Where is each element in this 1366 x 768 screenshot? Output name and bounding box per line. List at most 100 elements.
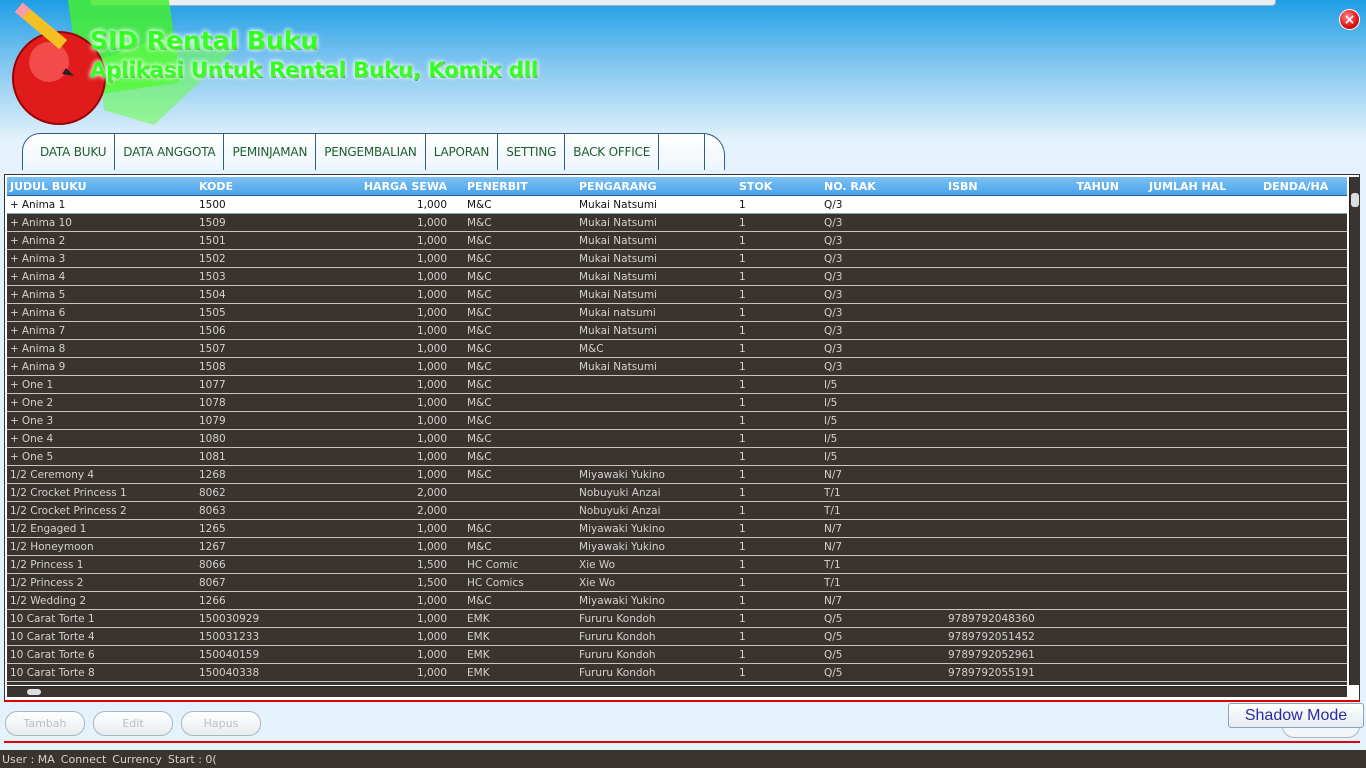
table-row[interactable]: 1/2 Ceremony 4 1268 1,000 M&C Miyawaki Yukin… [7, 466, 1347, 484]
vertical-scrollbar[interactable] [1349, 177, 1359, 685]
cell-stok: 1 [737, 253, 822, 265]
cell-stok: 1 [737, 433, 822, 445]
cell-pengarang-text: Mukai Natsumi [579, 360, 657, 373]
table-row[interactable]: + Anima 10 1509 1,000 M&C Mukai Natsumi 1 Q/3 [7, 214, 1347, 232]
edit-button[interactable]: Edit [93, 711, 173, 736]
expand-plus-icon[interactable]: + [10, 433, 19, 445]
cell-judul-text: One 3 [21, 414, 54, 427]
cell-rak: I/5 [822, 379, 946, 391]
cell-rak-text: Q/3 [824, 216, 843, 229]
table-row[interactable]: + One 1 1077 1,000 M&C 1 I/5 [7, 376, 1347, 394]
scroll-thumb[interactable] [27, 689, 41, 695]
expand-plus-icon[interactable]: + [10, 271, 19, 283]
cell-harga: 1,000 [307, 289, 447, 301]
cell-stok: 1 [737, 289, 822, 301]
menu-data-anggota[interactable]: DATA ANGGOTA [115, 134, 225, 170]
cell-penerbit-text: M&C [467, 324, 492, 337]
table-row[interactable]: + Anima 6 1505 1,000 M&C Mukai natsumi 1 Q/3 [7, 304, 1347, 322]
expand-plus-icon[interactable]: + [10, 199, 19, 211]
table-row[interactable]: 1/2 Crocket Princess 1 8062 2,000 Nobuyuki … [7, 484, 1347, 502]
col-pengarang[interactable]: PENGARANG [577, 180, 737, 193]
table-row[interactable]: + One 3 1079 1,000 M&C 1 I/5 [7, 412, 1347, 430]
expand-plus-icon[interactable]: + [10, 289, 19, 301]
cell-rak-text: Q/3 [824, 198, 843, 211]
col-judul-buku[interactable]: JUDUL BUKU [7, 180, 197, 193]
menu-peminjaman[interactable]: PEMINJAMAN [224, 134, 317, 170]
expand-plus-icon[interactable]: + [10, 253, 19, 265]
cell-kode-text: 8062 [199, 486, 226, 499]
col-isbn[interactable]: ISBN [946, 180, 1051, 193]
cell-kode-text: 1081 [199, 450, 226, 463]
cell-judul-text: One 5 [21, 450, 54, 463]
menu-laporan[interactable]: LAPORAN [426, 134, 499, 170]
table-row[interactable]: + Anima 8 1507 1,000 M&C M&C 1 Q/3 [7, 340, 1347, 358]
cell-stok-text: 1 [739, 522, 746, 535]
table-row[interactable]: + One 5 1081 1,000 M&C 1 I/5 [7, 448, 1347, 466]
menu-pengembalian[interactable]: PENGEMBALIAN [316, 134, 426, 170]
col-stok[interactable]: STOK [737, 180, 822, 193]
table-row[interactable]: + Anima 5 1504 1,000 M&C Mukai Natsumi 1 Q/3 [7, 286, 1347, 304]
menu-data-buku[interactable]: DATA BUKU [32, 134, 116, 170]
table-row[interactable]: + Anima 7 1506 1,000 M&C Mukai Natsumi 1 Q/3 [7, 322, 1347, 340]
col-penerbit[interactable]: PENERBIT [447, 180, 577, 193]
cell-kode: 8062 [197, 487, 307, 499]
table-row[interactable]: 1/2 Princess 1 8066 1,500 HC Comic Xie Wo 1 T/… [7, 556, 1347, 574]
col-no-rak[interactable]: NO. RAK [822, 180, 946, 193]
cell-pengarang: Fururu Kondoh [577, 613, 737, 625]
cell-judul-text: Anima 6 [21, 306, 66, 319]
menu-setting[interactable]: SETTING [498, 134, 566, 170]
cell-penerbit: M&C [447, 541, 577, 553]
menu-back-office[interactable]: BACK OFFICE [565, 134, 660, 170]
col-kode[interactable]: KODE [197, 180, 307, 193]
table-row[interactable]: 1/2 Engaged 1 1265 1,000 M&C Miyawaki Yukino… [7, 520, 1347, 538]
cell-penerbit: M&C [447, 523, 577, 535]
table-row[interactable]: + Anima 9 1508 1,000 M&C Mukai Natsumi 1 Q/3 [7, 358, 1347, 376]
table-row[interactable]: 1/2 Honeymoon 1267 1,000 M&C Miyawaki Yukino… [7, 538, 1347, 556]
cell-harga-text: 1,000 [416, 234, 447, 247]
close-button[interactable]: × [1339, 9, 1360, 30]
expand-plus-icon[interactable]: + [10, 235, 19, 247]
cell-stok: 1 [737, 271, 822, 283]
col-jumlah-hal[interactable]: JUMLAH HAL [1121, 180, 1261, 193]
cell-penerbit: M&C [447, 433, 577, 445]
expand-plus-icon[interactable]: + [10, 325, 19, 337]
expand-plus-icon[interactable]: + [10, 343, 19, 355]
shadow-mode-button[interactable]: Shadow Mode [1228, 703, 1364, 728]
cell-judul: 10 Carat Torte 8 [7, 667, 197, 679]
table-row[interactable]: 10 Carat Torte 4 150031233 1,000 EMK Fururu … [7, 628, 1347, 646]
hapus-button[interactable]: Hapus [181, 711, 261, 736]
horizontal-scrollbar[interactable] [7, 686, 1347, 697]
expand-plus-icon[interactable]: + [10, 307, 19, 319]
cell-rak-text: I/5 [824, 378, 838, 391]
table-row[interactable]: + Anima 3 1502 1,000 M&C Mukai Natsumi 1 Q/3 [7, 250, 1347, 268]
cell-judul-text: 1/2 Crocket Princess 2 [10, 504, 127, 517]
expand-plus-icon[interactable]: + [10, 361, 19, 373]
table-row[interactable]: + One 2 1078 1,000 M&C 1 I/5 [7, 394, 1347, 412]
expand-plus-icon[interactable]: + [10, 397, 19, 409]
expand-plus-icon[interactable]: + [10, 415, 19, 427]
col-denda[interactable]: DENDA/HA [1261, 180, 1331, 193]
table-row[interactable]: 1/2 Princess 2 8067 1,500 HC Comics Xie Wo 1 T… [7, 574, 1347, 592]
table-row[interactable]: + Anima 2 1501 1,000 M&C Mukai Natsumi 1 Q/3 [7, 232, 1347, 250]
col-tahun[interactable]: TAHUN [1051, 180, 1121, 193]
cell-judul: + One 3 [7, 415, 197, 427]
table-row[interactable]: 1/2 Wedding 2 1266 1,000 M&C Miyawaki Yukino… [7, 592, 1347, 610]
cell-kode-text: 1078 [199, 396, 226, 409]
table-row[interactable]: 10 Carat Torte 6 150040159 1,000 EMK Fururu … [7, 646, 1347, 664]
cell-rak-text: Q/5 [824, 630, 843, 643]
expand-plus-icon[interactable]: + [10, 451, 19, 463]
table-row[interactable]: 1/2 Crocket Princess 2 8063 2,000 Nobuyuki … [7, 502, 1347, 520]
table-row[interactable]: 10 Carat Torte 1 150030929 1,000 EMK Fururu … [7, 610, 1347, 628]
table-row[interactable]: + Anima 4 1503 1,000 M&C Mukai Natsumi 1 Q/3 [7, 268, 1347, 286]
table-row[interactable]: + One 4 1080 1,000 M&C 1 I/5 [7, 430, 1347, 448]
table-row[interactable]: + Anima 1 1500 1,000 M&C Mukai Natsumi 1 Q/3 [7, 196, 1347, 214]
expand-plus-icon[interactable]: + [10, 217, 19, 229]
tambah-button[interactable]: Tambah [5, 711, 85, 736]
cell-pengarang: Mukai Natsumi [577, 361, 737, 373]
scroll-thumb[interactable] [1351, 193, 1359, 207]
cell-penerbit-text: M&C [467, 360, 492, 373]
table-row[interactable]: 10 Carat Torte 8 150040338 1,000 EMK Fururu … [7, 664, 1347, 682]
cell-kode-text: 1268 [199, 468, 226, 481]
col-harga-sewa[interactable]: HARGA SEWA [307, 180, 447, 193]
expand-plus-icon[interactable]: + [10, 379, 19, 391]
